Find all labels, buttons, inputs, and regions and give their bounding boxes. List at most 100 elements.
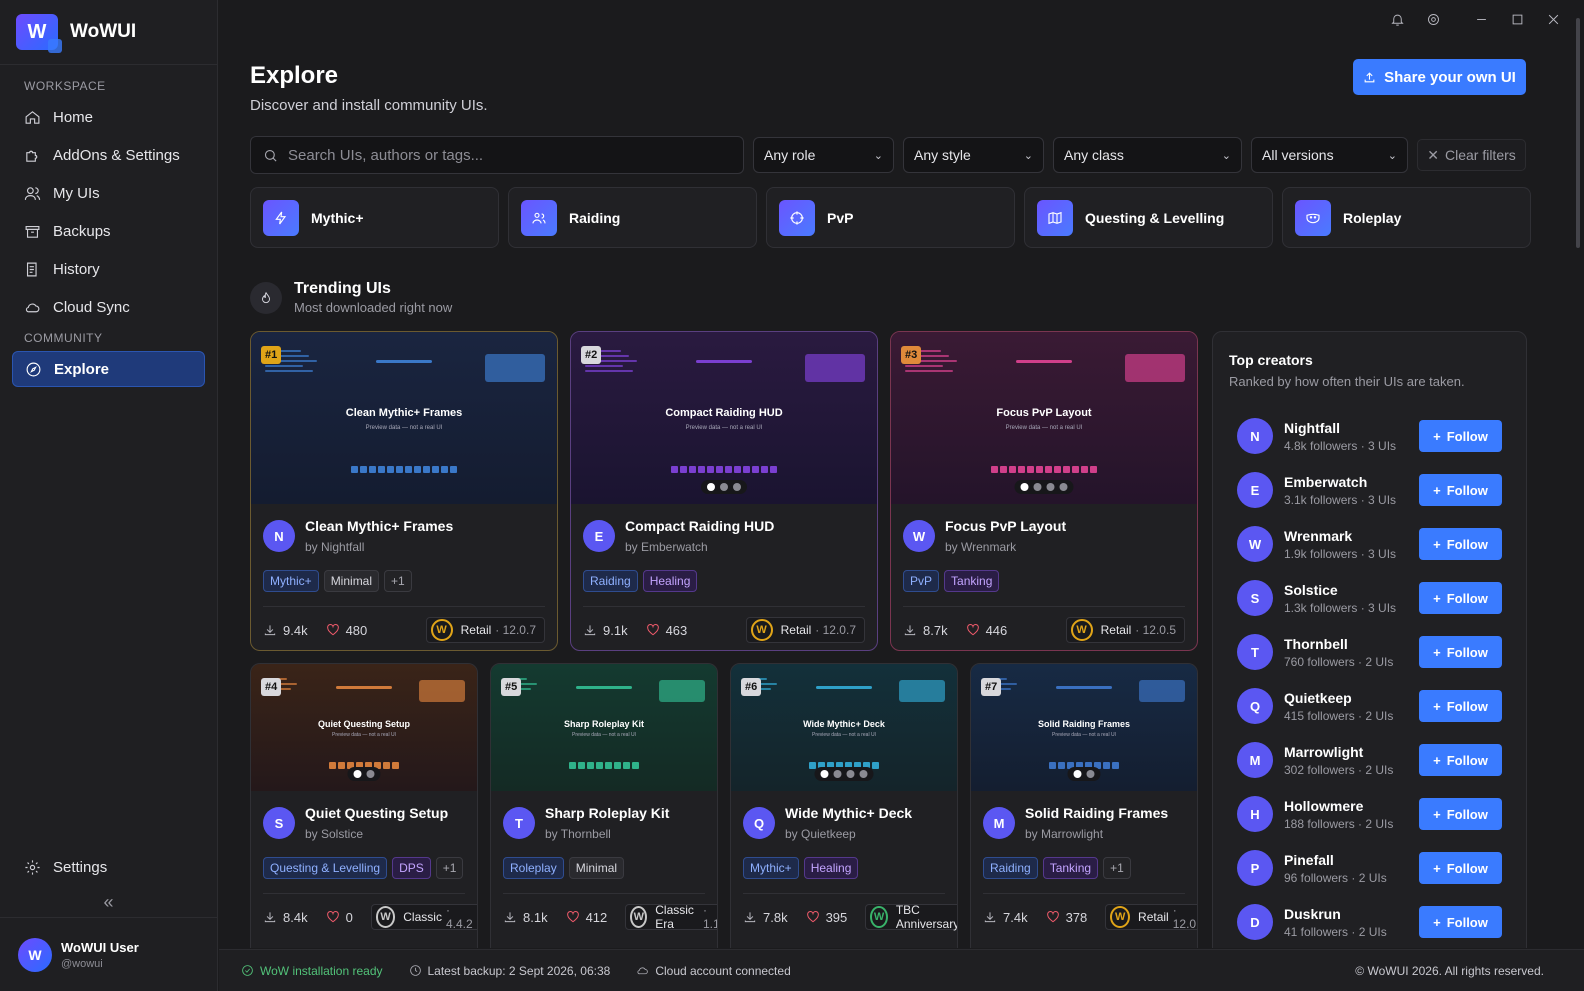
tag[interactable]: +1	[1103, 857, 1131, 879]
like-button[interactable]: 446	[966, 623, 1007, 638]
card-author[interactable]: by Nightfall	[305, 540, 453, 554]
card-author[interactable]: by Thornbell	[545, 827, 669, 841]
ui-preview-thumbnail[interactable]: #5 Sharp Roleplay Kit Preview data — not…	[491, 664, 717, 791]
like-button[interactable]: 412	[566, 910, 607, 925]
carousel-dots[interactable]	[701, 480, 747, 494]
creator-name[interactable]: Pinefall	[1284, 852, 1387, 868]
carousel-dot[interactable]	[353, 770, 362, 778]
creator-name[interactable]: Wrenmark	[1284, 528, 1396, 544]
follow-button[interactable]: + Follow	[1419, 528, 1502, 560]
class-select[interactable]: Any class ⌄	[1053, 137, 1242, 173]
sidebar-item-cloud-sync[interactable]: Cloud Sync	[12, 289, 205, 325]
notifications-button[interactable]	[1386, 8, 1408, 30]
tag[interactable]: +1	[435, 857, 464, 879]
tag[interactable]: Mythic+	[263, 570, 319, 592]
ui-preview-thumbnail[interactable]: #2 Compact Raiding HUD Preview data — no…	[571, 332, 877, 504]
ui-card[interactable]: #5 Sharp Roleplay Kit Preview data — not…	[490, 663, 718, 948]
maximize-button[interactable]	[1506, 8, 1528, 30]
like-button[interactable]: 395	[806, 910, 847, 925]
sidebar-item-explore[interactable]: Explore	[12, 351, 205, 387]
share-ui-button[interactable]: Share your own UI	[1353, 59, 1526, 95]
ui-card[interactable]: #1 Clean Mythic+ Frames Preview data — n…	[250, 331, 558, 651]
carousel-dot[interactable]	[846, 770, 855, 778]
scrollbar[interactable]	[1576, 18, 1580, 248]
carousel-dots[interactable]	[1067, 767, 1101, 781]
tag[interactable]: Roleplay	[503, 857, 564, 879]
close-button[interactable]	[1542, 8, 1564, 30]
follow-button[interactable]: + Follow	[1419, 852, 1502, 884]
tag[interactable]: DPS	[392, 857, 431, 879]
carousel-dot[interactable]	[366, 770, 375, 778]
sidebar-item-history[interactable]: History	[12, 251, 205, 287]
follow-button[interactable]: + Follow	[1419, 798, 1502, 830]
sidebar-item-backups[interactable]: Backups	[12, 213, 205, 249]
version-select[interactable]: All versions ⌄	[1251, 137, 1408, 173]
carousel-dot[interactable]	[1033, 483, 1042, 491]
carousel-dot[interactable]	[1073, 770, 1082, 778]
creator-name[interactable]: Duskrun	[1284, 906, 1387, 922]
carousel-dot[interactable]	[707, 483, 715, 491]
carousel-dot[interactable]	[859, 770, 868, 778]
clear-filters-button[interactable]: ✕ Clear filters	[1417, 139, 1526, 171]
tag[interactable]: Minimal	[323, 570, 380, 592]
tag[interactable]: PvP	[903, 570, 940, 592]
follow-button[interactable]: + Follow	[1419, 690, 1502, 722]
card-title[interactable]: Solid Raiding Frames	[1025, 805, 1168, 821]
ui-preview-thumbnail[interactable]: #1 Clean Mythic+ Frames Preview data — n…	[251, 332, 557, 504]
minimize-button[interactable]	[1470, 8, 1492, 30]
card-author[interactable]: by Emberwatch	[625, 540, 774, 554]
tag[interactable]: Healing	[803, 857, 859, 879]
like-button[interactable]: 378	[1046, 910, 1087, 925]
like-button[interactable]: 0	[326, 910, 353, 925]
carousel-dot[interactable]	[1086, 770, 1095, 778]
sidebar-item-home[interactable]: Home	[12, 99, 205, 135]
card-author[interactable]: by Quietkeep	[785, 827, 912, 841]
creator-name[interactable]: Thornbell	[1284, 636, 1393, 652]
ui-preview-thumbnail[interactable]: #4 Quiet Questing Setup Preview data — n…	[251, 664, 477, 791]
carousel-dot[interactable]	[733, 483, 741, 491]
ui-card[interactable]: #3 Focus PvP Layout Preview data — not a…	[890, 331, 1198, 651]
follow-button[interactable]: + Follow	[1419, 582, 1502, 614]
user-profile[interactable]: W WoWUI User @wowui	[0, 917, 217, 991]
carousel-dots[interactable]	[347, 767, 381, 781]
sidebar-item-settings[interactable]: Settings	[12, 849, 205, 885]
follow-button[interactable]: + Follow	[1419, 420, 1502, 452]
card-title[interactable]: Wide Mythic+ Deck	[785, 805, 912, 821]
tag[interactable]: Minimal	[568, 857, 625, 879]
tag[interactable]: Raiding	[983, 857, 1038, 879]
ui-card[interactable]: #7 Solid Raiding Frames Preview data — n…	[970, 663, 1198, 948]
tag[interactable]: Mythic+	[743, 857, 799, 879]
category-raiding[interactable]: Raiding	[508, 187, 757, 248]
follow-button[interactable]: + Follow	[1419, 744, 1502, 776]
carousel-dot[interactable]	[1059, 483, 1068, 491]
card-author[interactable]: by Marrowlight	[1025, 827, 1168, 841]
tag[interactable]: +1	[384, 570, 412, 592]
card-title[interactable]: Sharp Roleplay Kit	[545, 805, 669, 821]
sidebar-item-addons[interactable]: AddOns & Settings	[12, 137, 205, 173]
ui-preview-thumbnail[interactable]: #7 Solid Raiding Frames Preview data — n…	[971, 664, 1197, 791]
carousel-dot[interactable]	[720, 483, 728, 491]
carousel-dots[interactable]	[1014, 480, 1074, 494]
role-select[interactable]: Any role ⌄	[753, 137, 894, 173]
carousel-dots[interactable]	[814, 767, 874, 781]
settings-button[interactable]	[1422, 8, 1444, 30]
category-pvp[interactable]: PvP	[766, 187, 1015, 248]
tag[interactable]: Healing	[642, 570, 698, 592]
carousel-dot[interactable]	[1046, 483, 1055, 491]
sidebar-item-my-uis[interactable]: My UIs	[12, 175, 205, 211]
card-author[interactable]: by Wrenmark	[945, 540, 1066, 554]
creator-name[interactable]: Marrowlight	[1284, 744, 1393, 760]
like-button[interactable]: 463	[646, 623, 687, 638]
tag[interactable]: Raiding	[583, 570, 638, 592]
search-input[interactable]	[288, 146, 708, 164]
ui-preview-thumbnail[interactable]: #3 Focus PvP Layout Preview data — not a…	[891, 332, 1197, 504]
creator-name[interactable]: Nightfall	[1284, 420, 1396, 436]
category-mythic-plus[interactable]: Mythic+	[250, 187, 499, 248]
tag[interactable]: Questing & Levelling	[263, 857, 388, 879]
card-author[interactable]: by Solstice	[305, 827, 448, 841]
follow-button[interactable]: + Follow	[1419, 636, 1502, 668]
creator-name[interactable]: Hollowmere	[1284, 798, 1393, 814]
collapse-sidebar-button[interactable]: «	[0, 887, 217, 917]
follow-button[interactable]: + Follow	[1419, 474, 1502, 506]
ui-preview-thumbnail[interactable]: #6 Wide Mythic+ Deck Preview data — not …	[731, 664, 957, 791]
